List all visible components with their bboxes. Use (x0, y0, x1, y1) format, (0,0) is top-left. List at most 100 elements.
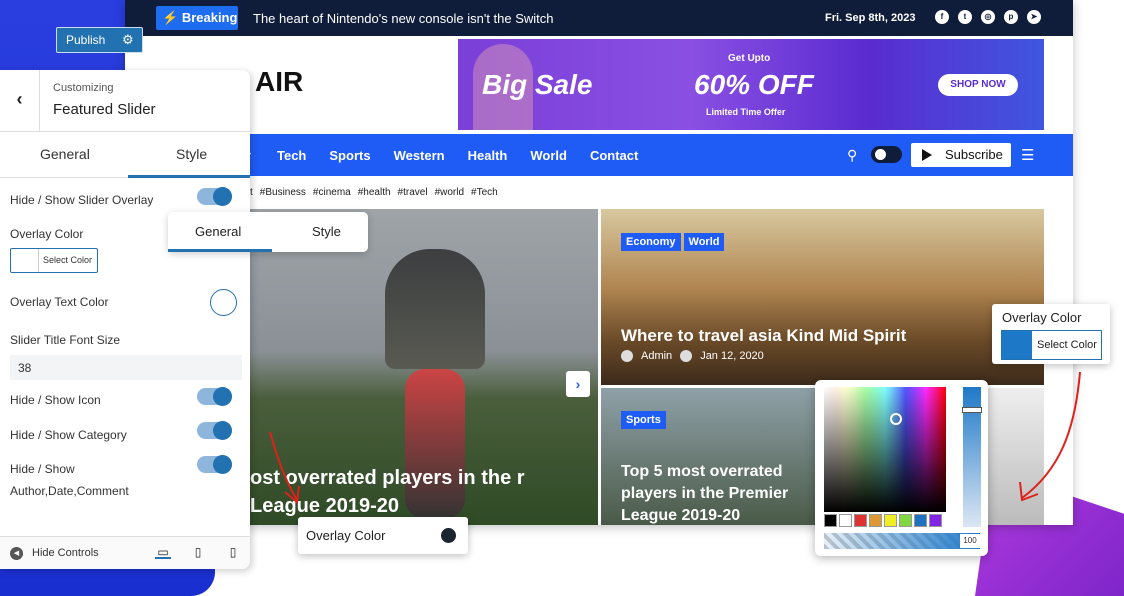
icon-toggle-label: Hide / Show Icon (10, 393, 101, 407)
selected-color-swatch (1002, 331, 1032, 359)
nav-item-contact[interactable]: Contact (590, 148, 638, 163)
dark-mode-toggle[interactable] (871, 146, 902, 163)
banner-big-sale: Big Sale (482, 69, 593, 100)
preset-swatches (824, 514, 942, 527)
date-text: Fri. Sep 8th, 2023 (825, 12, 916, 24)
overlay-color-button[interactable]: Select Color (10, 248, 98, 273)
tablet-icon[interactable]: ▯ (190, 545, 206, 559)
sale-banner[interactable]: Big Sale Get Upto 60% OFF Limited Time O… (458, 39, 1044, 130)
tag-link[interactable]: #travel (398, 187, 428, 198)
hue-slider[interactable] (962, 387, 982, 527)
tag-bar: t #Business #cinema #health #travel #wor… (250, 187, 498, 198)
tag-link[interactable]: #Business (260, 187, 306, 198)
panel-subtitle: Customizing (53, 82, 114, 94)
publish-button[interactable]: Publish ⚙ (56, 27, 143, 53)
tag-link[interactable]: #Tech (471, 187, 498, 198)
tab-general[interactable]: General (40, 146, 90, 162)
hero-rider-image (385, 249, 485, 369)
overlay-color-popup: Overlay Color Select Color (992, 304, 1110, 364)
gear-icon[interactable]: ⚙ (122, 28, 134, 52)
nav-items: Tech Sports Western Health World Contact (277, 148, 638, 163)
overlay-color-pill-label: Overlay Color (306, 528, 386, 543)
hide-controls-button[interactable]: Hide Controls (32, 547, 99, 559)
float-tab-style[interactable]: Style (312, 224, 341, 239)
telegram-icon[interactable]: ➤ (1027, 10, 1041, 24)
tag-link[interactable]: #cinema (313, 187, 351, 198)
nav-item-health[interactable]: Health (468, 148, 508, 163)
overlay-toggle[interactable] (197, 187, 232, 206)
subscribe-button[interactable]: Subscribe (911, 143, 1011, 167)
slider-handle[interactable] (962, 407, 982, 413)
tab-style[interactable]: Style (176, 146, 207, 162)
category-badge[interactable]: Sports (621, 411, 666, 429)
shop-now-button[interactable]: SHOP NOW (938, 74, 1018, 96)
swatch-red[interactable] (854, 514, 867, 527)
breaking-news-link[interactable]: The heart of Nintendo's new console isn'… (253, 11, 554, 26)
play-icon (922, 149, 932, 161)
spectrum-cursor[interactable] (890, 413, 902, 425)
site-logo[interactable]: AIR (255, 66, 303, 98)
alpha-value[interactable]: 100 (960, 534, 980, 548)
category-badge[interactable]: Economy (621, 233, 681, 251)
post-title[interactable]: Top 5 most overrated players in the Prem… (621, 461, 821, 525)
meta-toggle-sublabel: Author,Date,Comment (10, 484, 129, 498)
font-size-input[interactable]: 38 (10, 355, 242, 380)
color-swatch (11, 249, 39, 272)
swatch-purple[interactable] (929, 514, 942, 527)
color-spectrum[interactable] (824, 387, 946, 512)
pinterest-icon[interactable]: p (1004, 10, 1018, 24)
stage: ⚡ Breaking The heart of Nintendo's new c… (0, 0, 1124, 596)
swatch-orange[interactable] (869, 514, 882, 527)
hero-title[interactable]: ost overrated players in the r League 20… (250, 464, 550, 520)
tag-link[interactable]: #world (435, 187, 464, 198)
overlay-color-dot (441, 528, 456, 543)
swatch-green[interactable] (899, 514, 912, 527)
post-categories: Sports (621, 410, 669, 429)
collapse-icon[interactable]: ◀ (10, 547, 23, 560)
float-tab-general[interactable]: General (195, 224, 241, 239)
swatch-blue[interactable] (914, 514, 927, 527)
icon-toggle[interactable] (197, 387, 232, 406)
post-author[interactable]: Admin (641, 350, 672, 362)
twitter-icon[interactable]: t (958, 10, 972, 24)
panel-header: ‹ Customizing Featured Slider (0, 70, 250, 132)
nav-item-sports[interactable]: Sports (329, 148, 370, 163)
category-badge[interactable]: World (683, 233, 725, 251)
social-icons: f t ◎ p ➤ (935, 10, 1041, 24)
post-card-travel[interactable]: Economy World Where to travel asia Kind M… (601, 209, 1044, 385)
main-nav: ▾ Tech Sports Western Health World Conta… (125, 134, 1073, 176)
instagram-icon[interactable]: ◎ (981, 10, 995, 24)
banner-limited: Limited Time Offer (706, 107, 786, 117)
slider-next-button[interactable]: › (566, 371, 590, 397)
floating-tabs: General Style (168, 212, 368, 252)
overlay-text-color-swatch[interactable] (210, 289, 237, 316)
nav-item-tech[interactable]: Tech (277, 148, 306, 163)
nav-item-western[interactable]: Western (394, 148, 445, 163)
nav-item-world[interactable]: World (530, 148, 567, 163)
search-icon[interactable]: ⚲ (847, 147, 857, 164)
panel-title: Featured Slider (53, 101, 156, 118)
meta-toggle[interactable] (197, 455, 232, 474)
breaking-label: Breaking (181, 10, 238, 25)
overlay-color-pill[interactable]: Overlay Color (298, 517, 468, 554)
tag-link[interactable]: #health (358, 187, 391, 198)
clock-icon (680, 350, 693, 362)
mobile-icon[interactable]: ▯ (225, 545, 241, 559)
swatch-white[interactable] (839, 514, 852, 527)
post-title[interactable]: Where to travel asia Kind Mid Spirit (621, 326, 906, 346)
desktop-icon[interactable]: ▭ (155, 545, 171, 559)
alpha-slider[interactable]: 100 (824, 533, 980, 549)
back-chevron-icon[interactable]: ‹ (0, 70, 40, 132)
swatch-yellow[interactable] (884, 514, 897, 527)
top-bar: ⚡ Breaking The heart of Nintendo's new c… (125, 0, 1073, 36)
facebook-icon[interactable]: f (935, 10, 949, 24)
swatch-black[interactable] (824, 514, 837, 527)
customizer-panel: ‹ Customizing Featured Slider General St… (0, 70, 250, 569)
publish-label: Publish (66, 33, 106, 47)
post-card-image[interactable] (986, 388, 1044, 525)
menu-icon[interactable]: ☰ (1021, 146, 1034, 164)
breaking-badge: ⚡ Breaking (156, 6, 238, 30)
overlay-select-color-button[interactable]: Select Color (1001, 330, 1102, 360)
category-toggle[interactable] (197, 421, 232, 440)
tag-link[interactable]: t (250, 187, 253, 198)
